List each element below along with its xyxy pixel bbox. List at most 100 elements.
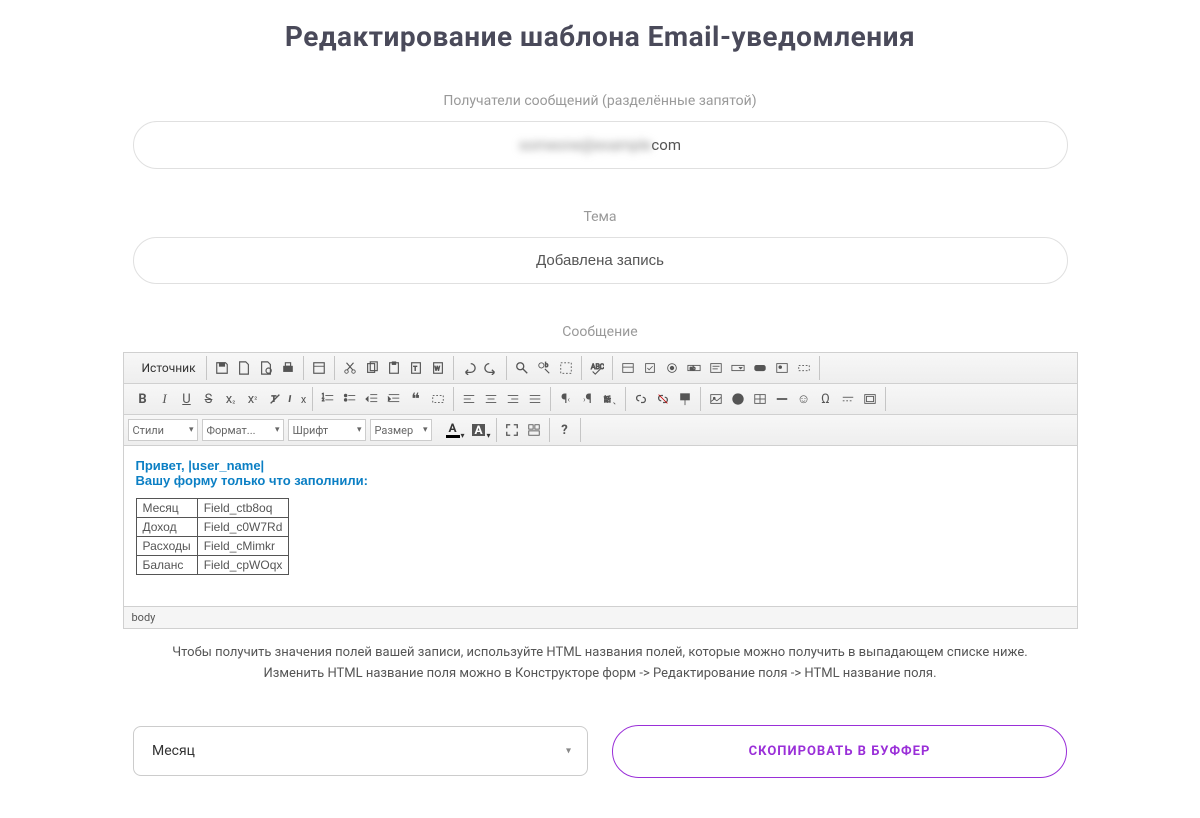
select-all-icon[interactable] [555,357,577,379]
size-select[interactable]: Размер [370,419,432,441]
source-button[interactable]: Источник [132,361,202,375]
font-select[interactable]: Шрифт [288,419,366,441]
paste-icon[interactable] [383,357,405,379]
copy-to-buffer-button[interactable]: СКОПИРОВАТЬ В БУФФЕР [612,725,1067,778]
toolbar-row-1: Источник T W [124,353,1077,384]
align-right-icon[interactable] [502,388,524,410]
strike-icon[interactable]: S [198,388,220,410]
italic-icon[interactable]: I [154,388,176,410]
bold-icon[interactable]: B [132,388,154,410]
help-text: Чтобы получить значения полей вашей запи… [135,643,1065,685]
find-icon[interactable] [511,357,533,379]
textfield-icon[interactable]: ab [683,357,705,379]
recipients-masked: someone@example [519,136,651,154]
language-icon[interactable]: 話 [599,388,621,410]
paste-word-icon[interactable]: W [427,357,449,379]
copy-icon[interactable] [361,357,383,379]
superscript-icon[interactable]: x² [242,388,264,410]
save-icon[interactable] [211,357,233,379]
button-icon[interactable] [749,357,771,379]
svg-text:ab: ab [689,366,695,372]
indent-icon[interactable] [383,388,405,410]
svg-text:T: T [413,366,417,373]
blockquote-icon[interactable]: ❝ [405,388,427,410]
form-icon[interactable] [617,357,639,379]
replace-icon[interactable]: b [533,357,555,379]
templates-icon[interactable] [308,357,330,379]
toolbar-row-2: B I U S x₂ x² T Ix 12 ❝ [124,384,1077,415]
table-row: МесяцField_ctb8oq [136,499,289,518]
unlink-icon[interactable] [652,388,674,410]
text-color-button[interactable]: A▾ [440,419,466,441]
textarea-icon[interactable] [705,357,727,379]
bullet-list-icon[interactable] [339,388,361,410]
message-label: Сообщение [0,324,1200,340]
table-row: ДоходField_c0W7Rd [136,518,289,537]
rtl-icon[interactable]: ›¶ [577,388,599,410]
align-left-icon[interactable] [458,388,480,410]
subject-input[interactable] [133,237,1068,284]
recipients-label: Получатели сообщений (разделённые запято… [0,93,1200,109]
undo-icon[interactable] [458,357,480,379]
editor-greeting: Привет, |user_name| [136,458,1065,473]
print-icon[interactable] [277,357,299,379]
table-row: БалансField_cpWOqx [136,556,289,575]
radio-icon[interactable] [661,357,683,379]
editor-table: МесяцField_ctb8oq ДоходField_c0W7Rd Расх… [136,498,290,575]
new-page-icon[interactable] [233,357,255,379]
recipients-value: com [651,136,681,154]
iframe-icon[interactable] [859,388,881,410]
image-icon[interactable] [705,388,727,410]
svg-text:ABC: ABC [590,363,603,371]
subscript-icon[interactable]: x₂ [220,388,242,410]
svg-text:2: 2 [321,398,324,403]
checkbox-icon[interactable] [639,357,661,379]
smiley-icon[interactable]: ☺ [793,388,815,410]
pagebreak-icon[interactable] [837,388,859,410]
flash-icon[interactable] [727,388,749,410]
ltr-icon[interactable]: ¶‹ [555,388,577,410]
table-row: РасходыField_cMimkr [136,537,289,556]
show-blocks-icon[interactable] [523,419,545,441]
svg-text:I: I [289,395,291,404]
preview-icon[interactable] [255,357,277,379]
remove-format-icon[interactable]: T [264,388,286,410]
about-icon[interactable]: ? [554,419,576,441]
paste-text-icon[interactable]: T [405,357,427,379]
anchor-icon[interactable] [674,388,696,410]
format-select[interactable]: Формат... [202,419,284,441]
special-char-icon[interactable]: Ω [815,388,837,410]
recipients-input[interactable]: someone@examplecom [133,121,1068,169]
svg-text:W: W [434,366,440,373]
select-icon[interactable] [727,357,749,379]
spellcheck-icon[interactable]: ABC [586,357,608,379]
align-center-icon[interactable] [480,388,502,410]
editor-content[interactable]: Привет, |user_name| Вашу форму только чт… [124,446,1077,606]
toolbar-row-3: Стили Формат... Шрифт Размер A▾ A▾ ? [124,415,1077,446]
field-select[interactable]: Месяц [133,726,588,776]
image-button-icon[interactable] [771,357,793,379]
link-icon[interactable] [630,388,652,410]
svg-text:T: T [271,395,276,404]
cut-icon[interactable] [339,357,361,379]
numbered-list-icon[interactable]: 12 [317,388,339,410]
hidden-field-icon[interactable] [793,357,815,379]
underline-icon[interactable]: U [176,388,198,410]
editor-intro: Вашу форму только что заполнили: [136,473,1065,488]
maximize-icon[interactable] [501,419,523,441]
hr-icon[interactable] [771,388,793,410]
editor-path[interactable]: body [124,606,1077,628]
table-icon[interactable] [749,388,771,410]
svg-text:話: 話 [603,395,610,404]
style-select[interactable]: Стили [128,419,198,441]
align-justify-icon[interactable] [524,388,546,410]
redo-icon[interactable] [480,357,502,379]
subject-label: Тема [0,209,1200,225]
page-title: Редактирование шаблона Email-уведомления [0,20,1200,53]
outdent-icon[interactable] [361,388,383,410]
clear-format-icon[interactable]: Ix [286,388,308,410]
svg-text:b: b [544,362,548,369]
bg-color-button[interactable]: A▾ [466,419,492,441]
rich-text-editor: Источник T W [123,352,1078,629]
div-icon[interactable] [427,388,449,410]
